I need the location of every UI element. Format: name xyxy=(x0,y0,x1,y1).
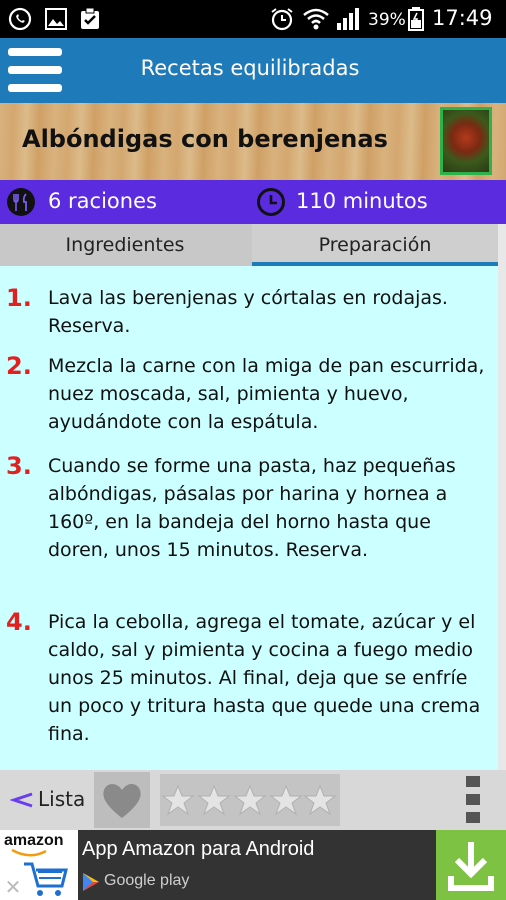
scroll-edge xyxy=(498,224,506,770)
ad-download-button[interactable] xyxy=(436,830,506,900)
list-button-label: Lista xyxy=(38,787,86,811)
bottom-bar: Lista xyxy=(0,770,506,830)
battery-percent: 39% xyxy=(368,10,406,30)
step-text: Lava las berenjenas y córtalas en rodaja… xyxy=(48,287,448,337)
clock: 17:49 xyxy=(432,6,493,30)
ad-subtitle: Google play xyxy=(104,872,190,889)
cooking-time-label: 110 minutos xyxy=(296,189,428,213)
signal-icon xyxy=(337,8,359,30)
servings-label: 6 raciones xyxy=(48,189,157,213)
wifi-icon xyxy=(303,8,329,30)
shopping-cart-icon xyxy=(24,862,68,896)
recipe-header: Albóndigas con berenjenas xyxy=(0,103,506,180)
tab-bar: Ingredientes Preparación xyxy=(0,224,506,266)
recipe-info-bar: 6 raciones 110 minutos xyxy=(0,180,506,224)
star-rating[interactable] xyxy=(160,774,340,826)
app-title: Recetas equilibradas xyxy=(140,56,360,80)
tab-preparation[interactable]: Preparación xyxy=(252,224,498,266)
more-options-icon[interactable] xyxy=(462,776,484,826)
tab-ingredients[interactable]: Ingredientes xyxy=(0,224,250,266)
step-text: Mezcla la carne con la miga de pan escur… xyxy=(48,355,485,433)
step-number: 1. xyxy=(6,284,32,312)
hamburger-menu-icon[interactable] xyxy=(8,44,62,96)
battery-icon xyxy=(408,7,424,31)
whatsapp-icon xyxy=(8,7,32,31)
favorite-button[interactable] xyxy=(94,772,150,828)
star-icon[interactable] xyxy=(304,784,336,816)
gallery-icon xyxy=(45,8,67,30)
star-icon[interactable] xyxy=(234,784,266,816)
cutlery-icon xyxy=(7,188,35,216)
step-text: Cuando se forme una pasta, haz pequeñas … xyxy=(48,455,456,561)
preparation-steps[interactable]: 1. Lava las berenjenas y córtalas en rod… xyxy=(0,266,498,770)
amazon-smile-icon xyxy=(11,848,47,857)
back-to-list-button[interactable]: Lista xyxy=(0,770,92,830)
ad-close-icon[interactable]: ✕ xyxy=(2,876,24,898)
star-icon[interactable] xyxy=(270,784,302,816)
google-play-icon xyxy=(83,873,99,891)
star-icon[interactable] xyxy=(162,784,194,816)
clipboard-check-icon xyxy=(81,7,99,29)
recipe-thumbnail[interactable] xyxy=(440,107,492,175)
clock-icon xyxy=(257,188,285,216)
star-icon[interactable] xyxy=(198,784,230,816)
status-bar: 39% 17:49 xyxy=(0,0,506,38)
step-number: 2. xyxy=(6,352,32,380)
step-text: Pica la cebolla, agrega el tomate, azúca… xyxy=(48,611,481,745)
download-icon xyxy=(448,842,494,891)
back-arrow-icon xyxy=(10,792,33,808)
app-bar: Recetas equilibradas xyxy=(0,38,506,103)
step-number: 3. xyxy=(6,452,32,480)
step-number: 4. xyxy=(6,608,32,636)
alarm-icon xyxy=(271,8,293,31)
recipe-title: Albóndigas con berenjenas xyxy=(22,125,388,153)
ad-banner[interactable]: amazon ✕ App Amazon para Android Google … xyxy=(0,830,506,900)
ad-title: App Amazon para Android xyxy=(82,838,315,860)
heart-icon xyxy=(103,784,141,818)
